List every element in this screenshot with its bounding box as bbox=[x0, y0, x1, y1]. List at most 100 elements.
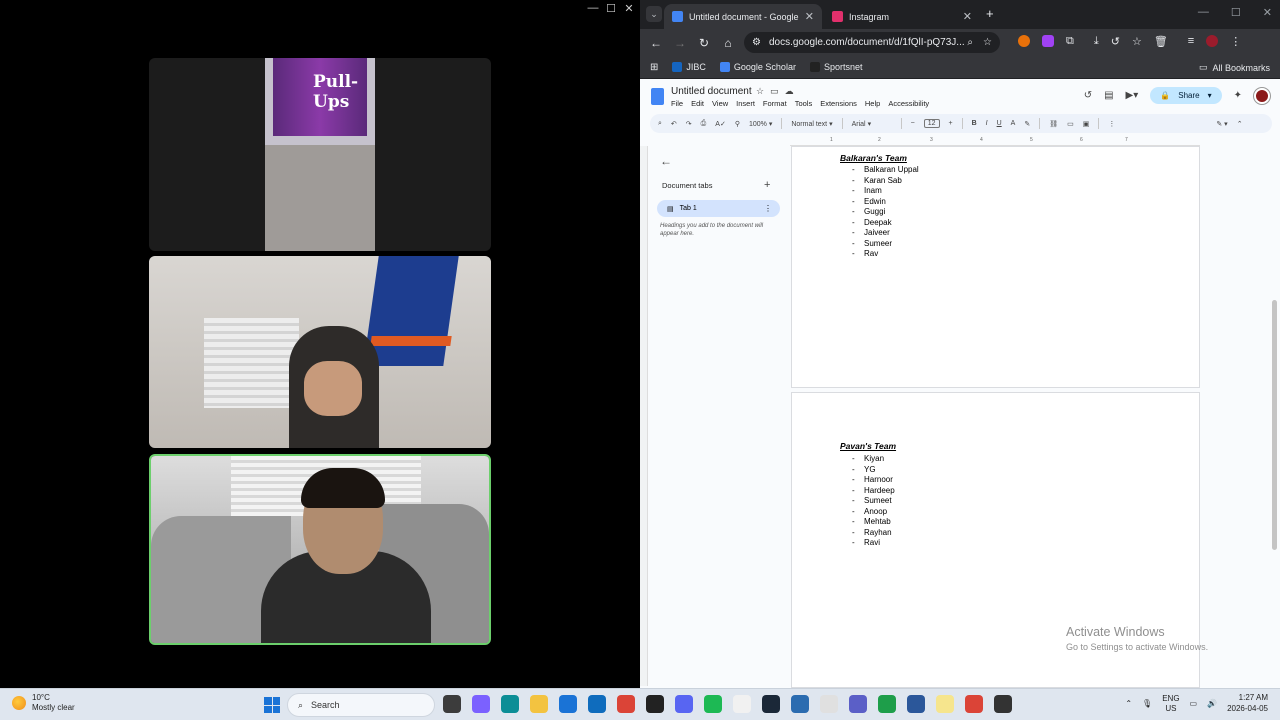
comments-icon[interactable]: ▤ bbox=[1104, 90, 1113, 101]
microphone-icon[interactable]: 🎙 bbox=[1142, 699, 1152, 708]
participant-video-2[interactable] bbox=[149, 256, 491, 448]
paint-format-icon[interactable]: ⚲ bbox=[735, 120, 740, 128]
menu-file[interactable]: File bbox=[671, 99, 683, 108]
move-folder-icon[interactable]: ▭ bbox=[770, 86, 779, 97]
font-size-input[interactable]: 12 bbox=[923, 119, 940, 128]
app-green-icon[interactable] bbox=[878, 695, 896, 713]
add-tab-button[interactable]: + bbox=[764, 179, 770, 191]
zoom-icon[interactable]: ⌕ bbox=[967, 37, 973, 48]
close-icon[interactable]: ✕ bbox=[622, 2, 636, 15]
text-color-icon[interactable]: A bbox=[1011, 120, 1016, 127]
notepad-icon[interactable] bbox=[733, 695, 751, 713]
extension-icon[interactable] bbox=[1018, 35, 1030, 47]
maximize-icon[interactable]: ☐ bbox=[604, 2, 618, 15]
network-icon[interactable]: ▭ bbox=[1190, 699, 1198, 708]
print-icon[interactable]: ⎙ bbox=[701, 120, 707, 128]
chevron-down-icon[interactable]: ▾ bbox=[1208, 91, 1212, 100]
puzzle-icon[interactable]: ⧉ bbox=[1066, 35, 1074, 48]
menu-tools[interactable]: Tools bbox=[795, 99, 813, 108]
delete-icon[interactable]: 🗑 bbox=[1154, 35, 1168, 48]
notes-icon[interactable] bbox=[936, 695, 954, 713]
meet-icon[interactable]: ▶▾ bbox=[1126, 90, 1139, 101]
clock[interactable]: 1:27 AM 2026-04-05 bbox=[1227, 693, 1268, 715]
tab-search-icon[interactable]: ⌄ bbox=[646, 6, 662, 22]
app-blue-icon[interactable] bbox=[791, 695, 809, 713]
style-select[interactable]: Normal text ▾ bbox=[791, 120, 832, 128]
menu-extensions[interactable]: Extensions bbox=[820, 99, 857, 108]
zoom-select[interactable]: 100% ▾ bbox=[749, 120, 772, 128]
weather-widget[interactable]: 10°C Mostly clear bbox=[12, 693, 75, 714]
copilot-icon[interactable] bbox=[472, 695, 490, 713]
close-icon[interactable]: ✕ bbox=[1263, 6, 1272, 19]
chrome-icon[interactable] bbox=[617, 695, 635, 713]
minimize-icon[interactable]: — bbox=[1198, 6, 1209, 19]
bold-icon[interactable]: B bbox=[972, 120, 977, 127]
epic-icon[interactable] bbox=[646, 695, 664, 713]
extension-icon[interactable] bbox=[1042, 35, 1054, 47]
volume-icon[interactable]: 🔊 bbox=[1207, 699, 1217, 708]
task-view-icon[interactable] bbox=[443, 695, 461, 713]
menu-accessibility[interactable]: Accessibility bbox=[888, 99, 929, 108]
close-tab-icon[interactable]: ✕ bbox=[805, 10, 814, 23]
menu-format[interactable]: Format bbox=[763, 99, 787, 108]
scrollbar[interactable] bbox=[1272, 300, 1277, 550]
cloud-status-icon[interactable]: ☁ bbox=[785, 86, 794, 97]
mail-icon[interactable] bbox=[559, 695, 577, 713]
italic-icon[interactable]: I bbox=[986, 120, 988, 127]
download-icon[interactable]: ⤓ bbox=[1094, 35, 1099, 48]
spellcheck-icon[interactable]: A✓ bbox=[715, 120, 726, 128]
site-info-icon[interactable]: ⚙ bbox=[752, 37, 761, 48]
reload-icon[interactable]: ↻ bbox=[692, 36, 716, 50]
forward-icon[interactable]: → bbox=[668, 36, 692, 50]
file-explorer-icon[interactable] bbox=[530, 695, 548, 713]
bookmark-sportsnet[interactable]: Sportsnet bbox=[809, 62, 862, 72]
discord-icon[interactable] bbox=[675, 695, 693, 713]
home-icon[interactable]: ⌂ bbox=[716, 36, 740, 50]
address-bar[interactable]: ⚙ docs.google.com/document/d/1fQlI-pQ73J… bbox=[744, 32, 1000, 53]
more-menu-icon[interactable]: ⋮ bbox=[1230, 35, 1241, 48]
link-icon[interactable]: ⛓ bbox=[1049, 120, 1058, 128]
edge-icon[interactable] bbox=[501, 695, 519, 713]
underline-icon[interactable]: U bbox=[997, 120, 1002, 127]
outlook-icon[interactable] bbox=[588, 695, 606, 713]
language-indicator[interactable]: ENG US bbox=[1162, 694, 1179, 714]
comment-icon[interactable]: ▭ bbox=[1067, 120, 1074, 128]
back-icon[interactable]: ← bbox=[644, 36, 668, 50]
tab-google-docs[interactable]: Untitled document - Google Docs ✕ bbox=[664, 4, 822, 29]
bookmarks-icon[interactable]: ☆ bbox=[1132, 35, 1142, 48]
document-tab-item[interactable]: ▤ Tab 1 ⋮ bbox=[657, 200, 780, 217]
apps-icon[interactable]: ⊞ bbox=[650, 62, 658, 73]
version-history-icon[interactable]: ↺ bbox=[1084, 90, 1092, 101]
image-icon[interactable]: ▣ bbox=[1083, 120, 1090, 128]
decrease-font-icon[interactable]: − bbox=[911, 120, 915, 127]
close-tab-icon[interactable]: ✕ bbox=[963, 10, 972, 23]
undo-icon[interactable]: ↶ bbox=[671, 120, 677, 128]
share-button[interactable]: 🔒 Share ▾ bbox=[1150, 87, 1222, 104]
bookmark-jibc[interactable]: JIBC bbox=[672, 62, 706, 72]
minimize-icon[interactable]: — bbox=[586, 2, 600, 15]
search-icon[interactable]: ⌕ bbox=[658, 120, 662, 128]
increase-font-icon[interactable]: + bbox=[949, 120, 953, 127]
history-icon[interactable]: ↺ bbox=[1111, 35, 1120, 48]
chrome-2-icon[interactable] bbox=[965, 695, 983, 713]
menu-edit[interactable]: Edit bbox=[691, 99, 704, 108]
participant-video-3-active-speaker[interactable] bbox=[149, 454, 491, 645]
bookmark-star-icon[interactable]: ☆ bbox=[983, 37, 992, 48]
steam-icon[interactable] bbox=[762, 695, 780, 713]
new-tab-button[interactable]: + bbox=[986, 6, 994, 21]
more-icon[interactable]: ⋮ bbox=[1108, 120, 1115, 128]
tab-instagram[interactable]: Instagram ✕ bbox=[824, 4, 980, 29]
highlight-icon[interactable]: ✎ bbox=[1024, 120, 1030, 128]
back-arrow-icon[interactable]: ← bbox=[660, 154, 672, 168]
google-docs-icon[interactable] bbox=[651, 88, 664, 105]
word-icon[interactable] bbox=[907, 695, 925, 713]
app-dark-icon[interactable] bbox=[994, 695, 1012, 713]
spotify-icon[interactable] bbox=[704, 695, 722, 713]
font-select[interactable]: Arial ▾ bbox=[852, 120, 892, 128]
more-options-icon[interactable]: ⋮ bbox=[764, 204, 772, 213]
bookmark-google-scholar[interactable]: Google Scholar bbox=[719, 62, 796, 72]
teams-icon[interactable] bbox=[849, 695, 867, 713]
avatar[interactable] bbox=[1254, 87, 1270, 104]
horizontal-ruler[interactable]: 1 2 3 4 5 6 7 bbox=[790, 137, 1200, 146]
document-title[interactable]: Untitled document bbox=[671, 86, 752, 97]
